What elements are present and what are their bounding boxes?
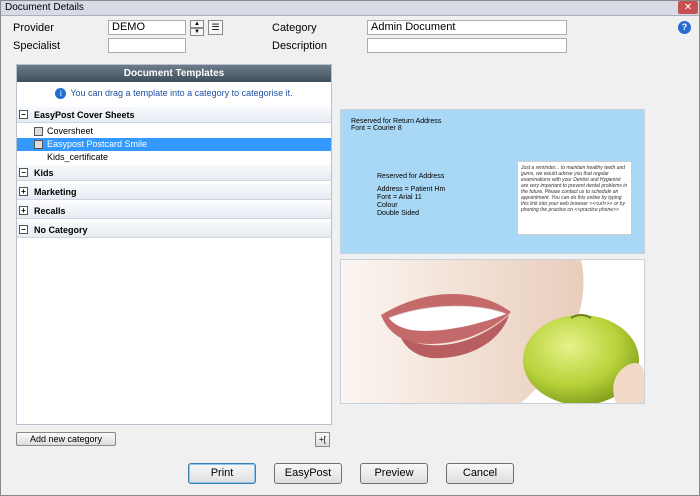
postcard-preview-front: Reserved for Return Address Font = Couri… bbox=[340, 109, 645, 254]
template-easypost-postcard-smile[interactable]: Easypost Postcard Smile bbox=[17, 138, 331, 151]
spin-down-button[interactable]: ▼ bbox=[190, 28, 204, 36]
template-coversheet[interactable]: Coversheet bbox=[17, 125, 331, 138]
address-line: Address = Patient Hm bbox=[377, 186, 446, 193]
category-recalls[interactable]: + Recalls bbox=[17, 203, 331, 219]
info-bulb-icon: i bbox=[55, 88, 67, 100]
drag-hint-text: You can drag a template into a category … bbox=[70, 88, 293, 98]
spin-up-button[interactable]: ▲ bbox=[190, 20, 204, 28]
window-title: Document Details bbox=[5, 2, 84, 13]
category-field[interactable]: Admin Document bbox=[367, 20, 567, 35]
document-icon bbox=[34, 127, 43, 136]
postcard-preview-image bbox=[340, 259, 645, 404]
add-template-icon[interactable]: +[ bbox=[315, 432, 330, 447]
document-details-window: Document Details ✕ Provider DEMO ▲ ▼ ☰ S… bbox=[0, 0, 700, 496]
category-label: Category bbox=[272, 22, 317, 34]
address-reserved-label: Reserved for Address bbox=[377, 173, 445, 180]
collapse-icon[interactable]: − bbox=[19, 168, 28, 177]
title-bar: Document Details ✕ bbox=[1, 1, 699, 16]
specialist-label: Specialist bbox=[13, 40, 61, 52]
category-marketing[interactable]: + Marketing bbox=[17, 184, 331, 200]
help-icon[interactable]: ? bbox=[678, 21, 691, 34]
template-label: Coversheet bbox=[47, 126, 94, 136]
address-line: Double Sided bbox=[377, 210, 420, 217]
cancel-button[interactable]: Cancel bbox=[446, 463, 514, 484]
add-new-category-button[interactable]: Add new category bbox=[16, 432, 116, 446]
address-line: Font = Arial 11 bbox=[377, 194, 422, 201]
smile-apple-image bbox=[341, 260, 644, 403]
list-button[interactable]: ☰ bbox=[208, 20, 223, 35]
template-kids-certificate[interactable]: Kids_certificate bbox=[17, 151, 331, 164]
category-label: Recalls bbox=[34, 206, 66, 216]
category-label: EasyPost Cover Sheets bbox=[34, 110, 135, 120]
description-field[interactable] bbox=[367, 38, 567, 53]
document-templates-panel: Document Templates i You can drag a templ… bbox=[16, 64, 332, 425]
templates-header: Document Templates bbox=[17, 65, 331, 82]
category-label: No Category bbox=[34, 225, 88, 235]
preview-button[interactable]: Preview bbox=[360, 463, 428, 484]
expand-icon[interactable]: + bbox=[19, 187, 28, 196]
address-line: Colour bbox=[377, 202, 398, 209]
template-label: Easypost Postcard Smile bbox=[47, 139, 148, 149]
category-label: Kids bbox=[34, 168, 54, 178]
specialist-field[interactable] bbox=[108, 38, 186, 53]
print-button[interactable]: Print bbox=[188, 463, 256, 484]
drag-hint: i You can drag a template into a category… bbox=[17, 86, 331, 100]
category-no-category[interactable]: − No Category bbox=[17, 222, 331, 238]
collapse-icon[interactable]: − bbox=[19, 110, 28, 119]
provider-label: Provider bbox=[13, 22, 54, 34]
document-icon bbox=[34, 140, 43, 149]
expand-icon[interactable]: + bbox=[19, 206, 28, 215]
category-label: Marketing bbox=[34, 187, 77, 197]
template-label: Kids_certificate bbox=[47, 152, 109, 162]
return-font-label: Font = Courier 8 bbox=[351, 125, 402, 132]
collapse-icon[interactable]: − bbox=[19, 225, 28, 234]
description-label: Description bbox=[272, 40, 328, 52]
easypost-button[interactable]: EasyPost bbox=[274, 463, 342, 484]
category-kids[interactable]: − Kids bbox=[17, 165, 331, 181]
close-button[interactable]: ✕ bbox=[678, 1, 698, 14]
provider-field[interactable]: DEMO bbox=[108, 20, 186, 35]
reminder-card: Just a reminder... to maintain healthy t… bbox=[517, 161, 632, 235]
category-easypost-cover-sheets[interactable]: − EasyPost Cover Sheets bbox=[17, 107, 331, 123]
